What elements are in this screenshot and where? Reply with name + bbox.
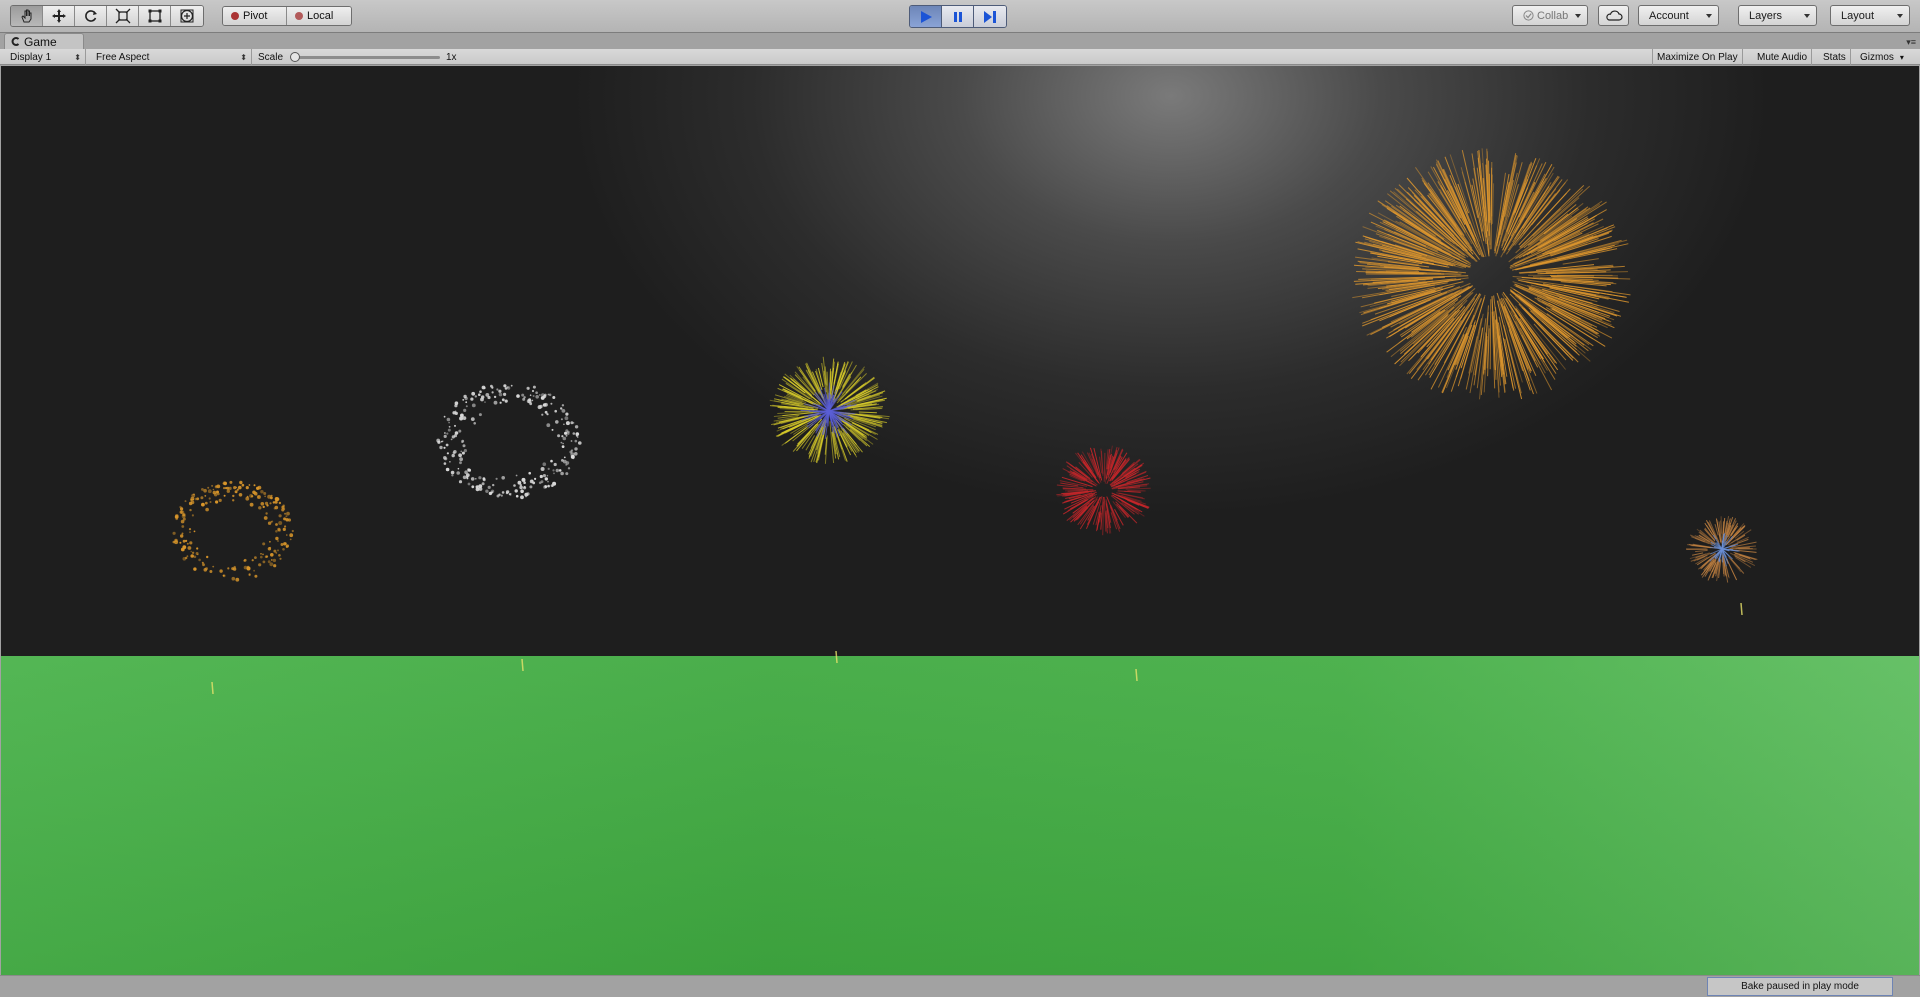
collab-dropdown[interactable]: Collab	[1512, 5, 1588, 26]
pivot-local-toggle: Pivot Local	[222, 6, 352, 26]
cloud-button[interactable]	[1598, 5, 1629, 26]
local-label: Local	[307, 10, 334, 22]
rect-tool-button[interactable]	[139, 6, 171, 26]
scale-slider-track[interactable]	[294, 56, 440, 59]
maximize-on-play-toggle[interactable]: Maximize On Play	[1652, 49, 1743, 65]
transform-tool-button[interactable]	[171, 6, 203, 26]
account-label: Account	[1649, 9, 1689, 22]
updown-arrow-icon: ⬍	[240, 52, 247, 62]
local-icon	[295, 12, 303, 20]
yellow-blue-firework	[769, 356, 890, 464]
check-circle-icon	[1523, 10, 1534, 21]
rocket-trail	[835, 650, 838, 664]
pivot-label: Pivot	[243, 10, 268, 22]
tab-game-label: Game	[24, 34, 57, 49]
scale-icon	[115, 8, 130, 24]
tab-menu-icon[interactable]: ▾≡	[1906, 37, 1916, 48]
rocket-trail	[1135, 668, 1138, 682]
tab-bar: Game ▾≡	[0, 33, 1920, 49]
status-bar: Bake paused in play mode	[0, 975, 1920, 997]
orange-firework	[172, 480, 294, 582]
step-icon	[984, 10, 996, 23]
layout-label: Layout	[1841, 9, 1875, 22]
small-multicolor-firework	[1685, 516, 1758, 583]
large-orange-firework	[1352, 148, 1631, 400]
cloud-icon	[1605, 10, 1623, 21]
move-tool-button[interactable]	[43, 6, 75, 26]
rotate-icon	[84, 10, 97, 22]
pivot-button[interactable]: Pivot	[223, 7, 287, 25]
maximize-on-play-label: Maximize On Play	[1657, 51, 1738, 63]
aspect-select[interactable]: Free Aspect ⬍	[92, 49, 252, 65]
pause-button[interactable]	[942, 6, 974, 27]
pause-icon	[953, 11, 962, 22]
layout-dropdown[interactable]: Layout	[1830, 5, 1910, 26]
chevron-down-icon: ▾	[1899, 52, 1904, 62]
red-firework	[1056, 445, 1151, 536]
rect-transform-icon	[148, 9, 161, 23]
hand-tool-button[interactable]	[11, 6, 43, 26]
tab-game[interactable]: Game	[4, 33, 84, 49]
pivot-icon	[231, 12, 239, 20]
game-controller-icon	[11, 37, 20, 46]
display-select[interactable]: Display 1 ⬍	[6, 49, 86, 65]
transform-icon	[180, 9, 194, 23]
step-button[interactable]	[974, 6, 1006, 27]
transform-tools	[10, 5, 204, 27]
fireworks-layer	[172, 148, 1758, 695]
playback-controls	[909, 5, 1007, 28]
rocket-trail	[521, 658, 524, 672]
scale-slider-handle[interactable]	[290, 52, 300, 62]
bake-status: Bake paused in play mode	[1707, 977, 1893, 996]
mute-audio-toggle[interactable]: Mute Audio	[1753, 49, 1813, 65]
updown-arrow-icon: ⬍	[74, 52, 81, 62]
layers-label: Layers	[1749, 9, 1783, 22]
rocket-trail	[1740, 602, 1743, 616]
game-viewport[interactable]	[1, 66, 1919, 975]
rocket-trail	[211, 681, 214, 695]
account-dropdown[interactable]: Account	[1638, 5, 1719, 26]
gizmos-dropdown[interactable]: Gizmos ▾	[1856, 49, 1908, 65]
move-icon	[51, 9, 66, 23]
chevron-down-icon	[1575, 13, 1581, 18]
mute-audio-label: Mute Audio	[1757, 51, 1808, 63]
rotate-tool-button[interactable]	[75, 6, 107, 26]
play-button[interactable]	[910, 6, 942, 27]
layers-dropdown[interactable]: Layers	[1738, 5, 1817, 26]
display-label: Display 1	[10, 51, 52, 63]
scale-value: 1x	[446, 51, 457, 63]
collab-label: Collab	[1537, 9, 1569, 22]
game-view-bar: Display 1 ⬍ Free Aspect ⬍ Scale 1x Maxim…	[0, 49, 1920, 65]
chevron-down-icon	[1804, 13, 1810, 18]
stats-toggle[interactable]: Stats	[1819, 49, 1851, 65]
play-icon	[920, 10, 932, 23]
chevron-down-icon	[1706, 13, 1712, 18]
main-toolbar: Pivot Local Collab Account Layers Layout	[0, 0, 1920, 33]
scale-tool-button[interactable]	[107, 6, 139, 26]
chevron-down-icon	[1897, 13, 1903, 18]
white-firework	[436, 384, 582, 500]
aspect-label: Free Aspect	[96, 51, 150, 63]
local-button[interactable]: Local	[287, 7, 351, 25]
stats-label: Stats	[1823, 51, 1846, 63]
hand-icon	[20, 9, 31, 23]
gizmos-label: Gizmos	[1860, 51, 1894, 63]
scale-label: Scale	[258, 51, 284, 63]
